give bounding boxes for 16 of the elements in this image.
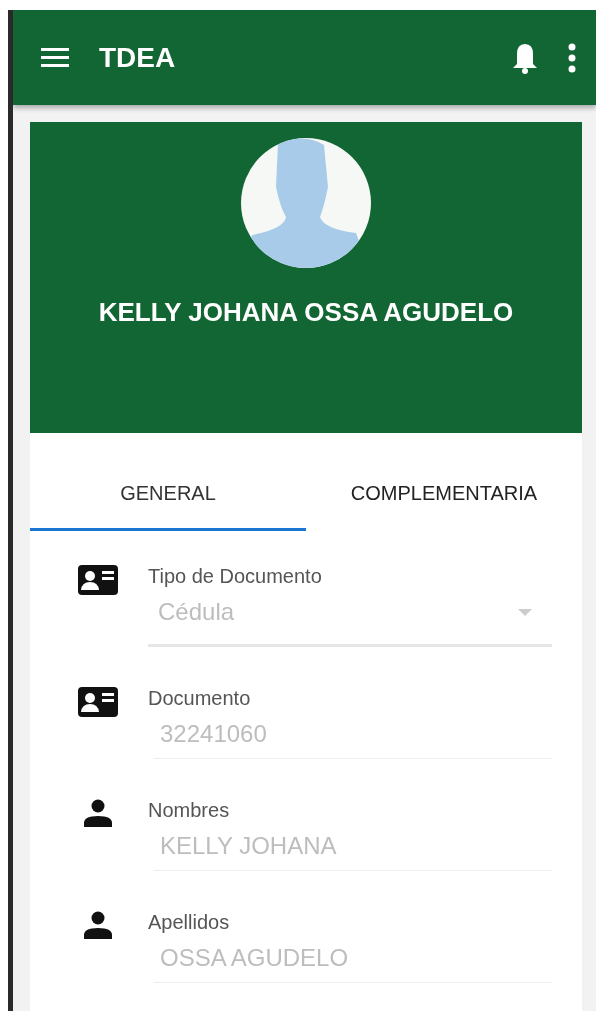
person-icon (83, 799, 113, 827)
more-icon[interactable] (568, 42, 576, 73)
field-label: Tipo de Documento (148, 565, 323, 588)
field-label: Documento (148, 687, 252, 710)
field-label: Nombres (148, 799, 231, 822)
menu-icon[interactable] (41, 46, 69, 69)
bell-icon[interactable] (512, 41, 538, 74)
app-title: TDEA (99, 41, 177, 74)
tab[interactable]: COMPLEMENTARIA (306, 459, 582, 531)
id-card-icon (78, 687, 118, 717)
field-label: Apellidos (148, 911, 231, 934)
profile-name: KELLY JOHANA OSSA AGUDELO (98, 297, 514, 328)
id-card-icon (78, 565, 118, 595)
tab[interactable]: GENERAL (30, 459, 306, 531)
caret-icon (518, 608, 532, 616)
person-icon (83, 911, 113, 939)
